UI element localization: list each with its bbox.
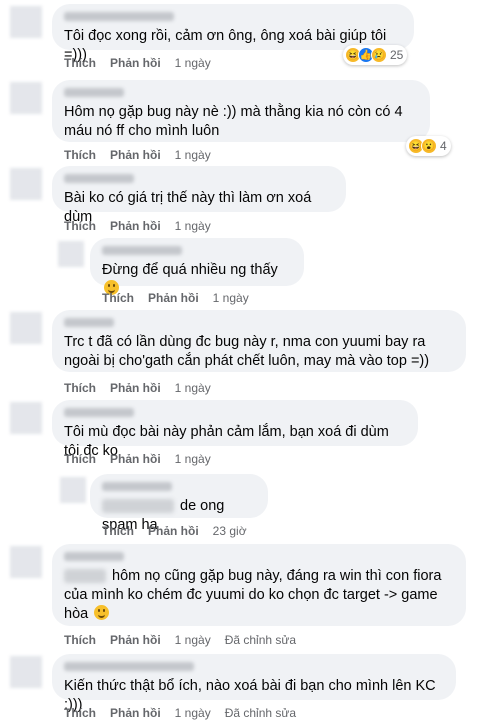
- like-button[interactable]: Thích: [64, 148, 96, 162]
- timestamp[interactable]: 1 ngày: [175, 219, 211, 233]
- reply-button[interactable]: Phản hồi: [110, 452, 161, 466]
- like-button[interactable]: Thích: [64, 56, 96, 70]
- comment-bubble: Kiến thức thật bổ ích, nào xoá bài đi bạ…: [52, 654, 456, 713]
- comment-actions: Thích Phản hồi 1 ngày Đã chỉnh sửa: [64, 706, 296, 720]
- timestamp[interactable]: 1 ngày: [175, 148, 211, 162]
- commenter-name-redacted[interactable]: [64, 318, 114, 327]
- sad-icon: 😢: [371, 47, 387, 63]
- commenter-name-redacted[interactable]: [102, 482, 172, 491]
- comment-bubble: hôm nọ cũng gặp bug này, đáng ra win thì…: [52, 544, 466, 626]
- reply-button[interactable]: Phản hồi: [148, 291, 199, 305]
- timestamp[interactable]: 1 ngày: [213, 291, 249, 305]
- reaction-summary[interactable]: 😆 👍 😢 25: [343, 45, 408, 65]
- avatar[interactable]: [58, 241, 84, 267]
- timestamp[interactable]: 23 giờ: [213, 524, 247, 538]
- like-button[interactable]: Thích: [102, 524, 134, 538]
- mention-redacted[interactable]: [64, 569, 106, 584]
- comment-actions: Thích Phản hồi 23 giờ: [102, 524, 247, 538]
- mention-redacted[interactable]: [102, 499, 174, 514]
- reply-button[interactable]: Phản hồi: [148, 524, 199, 538]
- avatar[interactable]: [10, 168, 42, 200]
- comment-bubble: Bài ko có giá trị thế này thì làm ơn xoá…: [52, 166, 346, 225]
- comment-actions: Thích Phản hồi 1 ngày: [64, 148, 211, 162]
- like-button[interactable]: Thích: [64, 219, 96, 233]
- avatar[interactable]: [10, 656, 42, 688]
- comment-actions: Thích Phản hồi 1 ngày: [102, 291, 249, 305]
- avatar[interactable]: [10, 312, 42, 344]
- edited-label[interactable]: Đã chỉnh sửa: [225, 706, 296, 720]
- reply-button[interactable]: Phản hồi: [110, 633, 161, 647]
- reply-button[interactable]: Phản hồi: [110, 56, 161, 70]
- comment-actions: Thích Phản hồi 1 ngày Đã chỉnh sửa: [64, 633, 296, 647]
- commenter-name-redacted[interactable]: [64, 662, 194, 671]
- commenter-name-redacted[interactable]: [64, 88, 124, 97]
- reaction-count: 25: [390, 48, 404, 62]
- reaction-summary[interactable]: 😆 😮 4: [406, 136, 451, 156]
- timestamp[interactable]: 1 ngày: [175, 381, 211, 395]
- commenter-name-redacted[interactable]: [102, 246, 182, 255]
- comment-bubble: de ong spam ha: [90, 474, 268, 533]
- avatar[interactable]: [10, 546, 42, 578]
- avatar[interactable]: [60, 477, 86, 503]
- comment-actions: Thích Phản hồi 1 ngày: [64, 219, 211, 233]
- comment-bubble: Trc t đã có lần dùng đc bug này r, nma c…: [52, 310, 466, 372]
- comment-text: Đừng để quá nhiều ng thấy: [102, 262, 278, 278]
- smile-emoji-icon: [94, 605, 110, 620]
- comment-text: Trc t đã có lần dùng đc bug này r, nma c…: [64, 334, 430, 369]
- commenter-name-redacted[interactable]: [64, 552, 124, 561]
- comment-text: Hôm nọ gặp bug này nè :)) mà thằng kia n…: [64, 104, 403, 139]
- commenter-name-redacted[interactable]: [64, 12, 174, 21]
- comment-bubble: Tôi đọc xong rồi, cảm ơn ông, ông xoá bà…: [52, 4, 414, 63]
- comment-actions: Thích Phản hồi 1 ngày: [64, 56, 211, 70]
- like-button[interactable]: Thích: [64, 706, 96, 720]
- like-button[interactable]: Thích: [64, 452, 96, 466]
- commenter-name-redacted[interactable]: [64, 408, 134, 417]
- reply-button[interactable]: Phản hồi: [110, 148, 161, 162]
- comment-bubble: Tôi mù đọc bài này phản cảm lắm, bạn xoá…: [52, 400, 418, 459]
- wow-icon: 😮: [421, 138, 437, 154]
- edited-label[interactable]: Đã chỉnh sửa: [225, 633, 296, 647]
- comment-text: hôm nọ cũng gặp bug này, đáng ra win thì…: [64, 568, 442, 622]
- timestamp[interactable]: 1 ngày: [175, 633, 211, 647]
- timestamp[interactable]: 1 ngày: [175, 56, 211, 70]
- like-button[interactable]: Thích: [102, 291, 134, 305]
- timestamp[interactable]: 1 ngày: [175, 452, 211, 466]
- reply-button[interactable]: Phản hồi: [110, 381, 161, 395]
- commenter-name-redacted[interactable]: [64, 174, 134, 183]
- avatar[interactable]: [10, 402, 42, 434]
- reply-button[interactable]: Phản hồi: [110, 219, 161, 233]
- comment-actions: Thích Phản hồi 1 ngày: [64, 452, 211, 466]
- avatar[interactable]: [10, 82, 42, 114]
- comment-actions: Thích Phản hồi 1 ngày: [64, 381, 211, 395]
- like-button[interactable]: Thích: [64, 633, 96, 647]
- comment-bubble: Hôm nọ gặp bug này nè :)) mà thằng kia n…: [52, 80, 430, 142]
- comment-bubble: Đừng để quá nhiều ng thấy: [90, 238, 304, 295]
- avatar[interactable]: [10, 6, 42, 38]
- timestamp[interactable]: 1 ngày: [175, 706, 211, 720]
- like-button[interactable]: Thích: [64, 381, 96, 395]
- reply-button[interactable]: Phản hồi: [110, 706, 161, 720]
- reaction-count: 4: [440, 139, 447, 153]
